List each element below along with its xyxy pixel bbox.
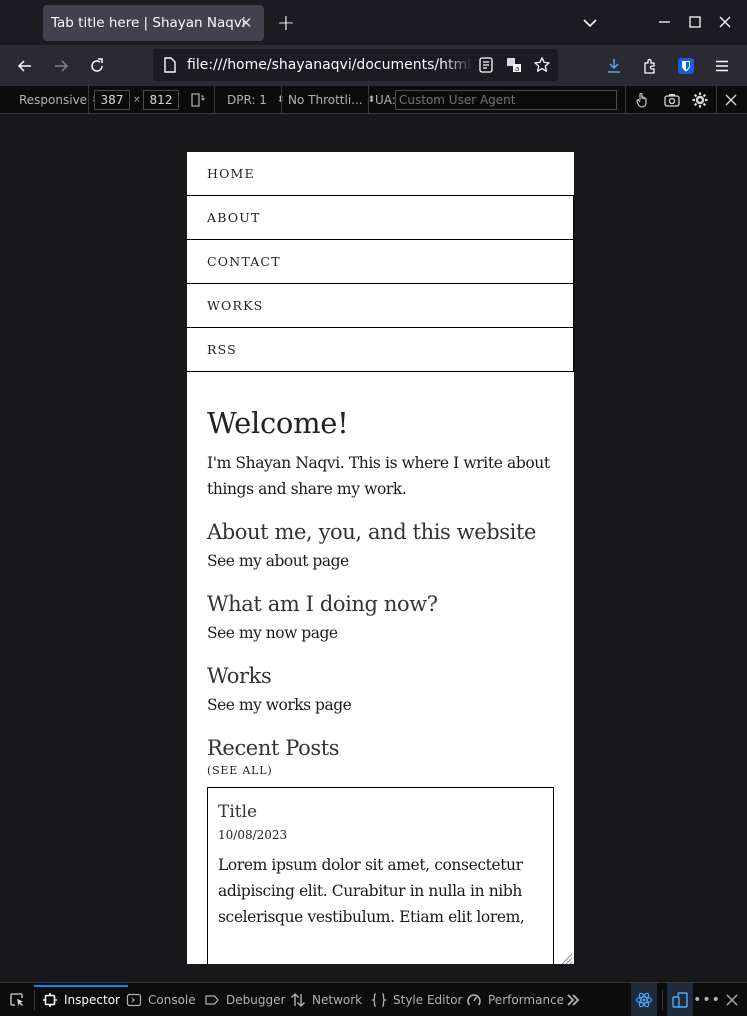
nav-link-about[interactable]: About [187, 196, 574, 240]
nav-link-contact[interactable]: Contact [187, 240, 574, 284]
svg-text:a: a [515, 65, 519, 73]
star-icon[interactable] [533, 56, 551, 74]
page-title: Welcome! [207, 406, 349, 440]
minimize-icon[interactable] [653, 10, 677, 34]
section-heading-works: Works [207, 664, 272, 688]
maximize-icon[interactable] [683, 10, 707, 34]
tab-style-editor[interactable]: Style Editor [370, 983, 462, 1016]
viewport-resize-handle[interactable] [559, 950, 573, 965]
nav-link-works[interactable]: Works [187, 284, 574, 328]
close-icon[interactable] [722, 983, 742, 1016]
puzzle-icon[interactable] [637, 53, 663, 79]
arrow-right-icon[interactable] [48, 53, 74, 79]
ua-label: UA: [375, 93, 396, 107]
viewport-width-input[interactable]: 387 [94, 90, 130, 110]
throttling-selector[interactable]: No Throttli... ⬍ [288, 86, 375, 114]
title-bar: Tab title here | Shayan Naqvi ✕ + [0, 0, 747, 45]
viewport-height-input[interactable]: 812 [143, 90, 179, 110]
nav-link-home[interactable]: Home [187, 152, 574, 196]
double-chevron-right-icon[interactable] [563, 983, 583, 1016]
tab-performance[interactable]: Performance [466, 983, 564, 1016]
responsive-design-icon[interactable] [667, 983, 693, 1016]
close-icon[interactable]: ✕ [236, 13, 256, 33]
reload-icon[interactable] [84, 53, 110, 79]
navigation-toolbar: file:///home/shayanaqvi/documents/html/w… [0, 45, 747, 86]
performance-icon [466, 992, 482, 1008]
main-content: Welcome! I'm Shayan Naqvi. This is where… [187, 372, 574, 964]
post-card[interactable]: Title 10/08/2023 Lorem ipsum dolor sit a… [207, 787, 554, 964]
dimension-separator: × [133, 95, 141, 105]
tab-title: Tab title here | Shayan Naqvi [51, 15, 246, 31]
hamburger-menu-icon[interactable] [709, 53, 735, 79]
post-title[interactable]: Title [218, 802, 543, 822]
tab-network[interactable]: Network [290, 983, 362, 1016]
browser-tab[interactable]: Tab title here | Shayan Naqvi ✕ [43, 5, 264, 41]
section-heading-about: About me, you, and this website [207, 520, 537, 544]
arrow-left-icon[interactable] [12, 53, 38, 79]
document-icon [161, 56, 179, 74]
chevron-down-icon[interactable] [578, 12, 602, 34]
device-selector[interactable]: Responsive ⬍ [19, 86, 99, 114]
post-date: 10/08/2023 [218, 828, 288, 842]
intro-text: I'm Shayan Naqvi. This is where I write … [207, 454, 550, 498]
tab-debugger[interactable]: Debugger [204, 983, 285, 1016]
url-text[interactable]: file:///home/shayanaqvi/documents/html/w… [187, 57, 470, 73]
now-page-link[interactable]: See my now page [207, 624, 554, 642]
reader-view-icon[interactable] [477, 56, 495, 74]
section-heading-recent-posts: Recent Posts [207, 736, 340, 760]
react-icon[interactable] [631, 983, 657, 1016]
see-all-posts-link[interactable]: (see all) [207, 764, 554, 777]
close-icon[interactable] [723, 86, 739, 114]
gear-icon[interactable] [691, 86, 709, 114]
download-icon[interactable] [601, 53, 627, 79]
nav-link-rss[interactable]: RSS [187, 328, 574, 372]
post-excerpt: Lorem ipsum dolor sit amet, consectetur … [218, 856, 525, 926]
inspector-icon [42, 992, 58, 1008]
network-icon [290, 992, 306, 1008]
camera-icon[interactable] [663, 86, 681, 114]
web-page: Home About Contact Works RSS Welcome! I'… [187, 152, 574, 964]
user-agent-input[interactable]: Custom User Agent [395, 90, 617, 110]
site-navigation: Home About Contact Works RSS [187, 152, 574, 372]
section-heading-now: What am I doing now? [207, 592, 438, 616]
debugger-icon [204, 992, 220, 1008]
dpr-selector[interactable]: DPR: 1 ⬍ [227, 86, 284, 114]
plus-icon[interactable]: + [274, 11, 298, 36]
devtools-toolbar: Inspector Console Debugger Network Style… [0, 982, 747, 1016]
element-picker-icon[interactable] [6, 983, 28, 1016]
works-page-link[interactable]: See my works page [207, 696, 554, 714]
responsive-design-toolbar: Responsive ⬍ 387 × 812 DPR: 1 ⬍ No Throt… [0, 86, 747, 114]
tab-inspector[interactable]: Inspector [34, 983, 128, 1016]
console-icon [126, 992, 142, 1008]
url-bar[interactable]: file:///home/shayanaqvi/documents/html/w… [153, 49, 558, 81]
touch-simulation-icon[interactable] [633, 86, 651, 114]
shield-icon[interactable] [673, 53, 699, 79]
about-page-link[interactable]: See my about page [207, 552, 554, 570]
translate-icon[interactable]: a [505, 56, 523, 74]
rotate-device-icon[interactable] [189, 86, 207, 114]
more-horizontal-icon[interactable]: ••• [693, 983, 720, 1016]
tab-console[interactable]: Console [126, 983, 196, 1016]
close-icon[interactable] [713, 10, 737, 34]
style-editor-icon [370, 992, 388, 1008]
